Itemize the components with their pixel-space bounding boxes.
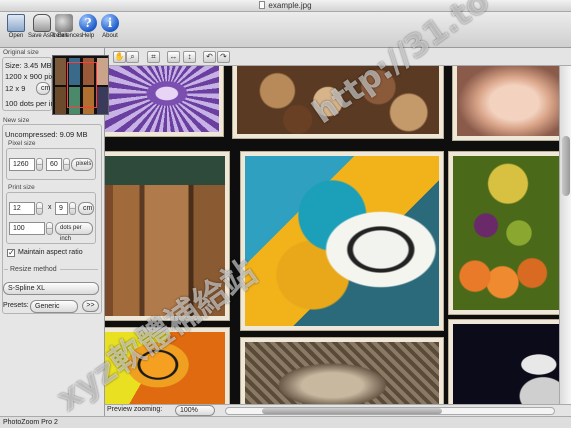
zoom-tool-button[interactable]: ⌕ <box>126 51 139 63</box>
about-icon: i <box>101 14 119 32</box>
print-unit-select[interactable]: cm <box>78 202 94 215</box>
print-width-input[interactable]: 12 <box>9 202 35 215</box>
owl-photo <box>241 338 443 404</box>
pixel-unit-select[interactable]: pixels <box>71 158 93 171</box>
preview-zoom-select[interactable]: 100% <box>175 405 215 416</box>
presets-label: Presets: <box>3 302 29 309</box>
original-print-unit[interactable]: cm <box>36 82 50 95</box>
resolution-input[interactable]: 100 <box>9 222 45 235</box>
rotate-left-button[interactable]: ↶ <box>203 51 216 63</box>
navigator-tile <box>55 58 66 85</box>
presets-menu-button[interactable]: >> <box>82 300 99 312</box>
open-icon <box>7 14 25 32</box>
original-file-size: Size: 3.45 MB <box>5 61 52 70</box>
preview-zoom-label: Preview zooming: <box>107 406 163 413</box>
about-button[interactable]: i About <box>96 14 124 39</box>
robot-photo <box>449 320 559 404</box>
resolution-stepper[interactable] <box>46 222 53 235</box>
view-toolbar: ✋ ⌕ ⌗ ↔ ↕ ↶ ↷ <box>105 48 571 66</box>
print-width-stepper[interactable] <box>36 202 43 215</box>
height-pixels-stepper[interactable] <box>63 158 70 171</box>
preferences-icon <box>55 14 73 32</box>
vertical-scrollbar[interactable] <box>559 66 571 404</box>
fit-height-button[interactable]: ↕ <box>183 51 196 63</box>
original-print-size: 12 x 9 <box>5 84 26 93</box>
fit-width-button[interactable]: ↔ <box>167 51 180 63</box>
about-label: About <box>102 33 118 39</box>
window-title: example.jpg <box>0 1 571 10</box>
open-label: Open <box>8 33 24 39</box>
grist-mill-photo <box>105 152 229 320</box>
image-preview-canvas[interactable] <box>105 66 559 404</box>
resolution-unit-select[interactable]: dots per inch <box>55 222 93 242</box>
resize-method-select[interactable]: S-Spline XL <box>3 282 99 295</box>
maintain-aspect-checkbox[interactable]: ✓ <box>7 249 15 257</box>
print-size-box <box>6 192 96 244</box>
original-size-group-label: Original size <box>3 49 39 56</box>
print-size-label: Print size <box>8 184 35 191</box>
passion-flower-photo <box>105 66 223 136</box>
seashells-photo <box>233 66 443 138</box>
hand-tool-button[interactable]: ✋ <box>113 51 126 63</box>
main-toolbar: Open Save As & Exit Preferences ? Help i… <box>0 12 571 48</box>
horizontal-scroll-thumb[interactable] <box>262 408 442 414</box>
horizontal-scrollbar[interactable] <box>225 407 555 415</box>
divider <box>4 269 8 270</box>
divider <box>60 269 98 270</box>
navigator-tile <box>97 58 108 85</box>
width-pixels-input[interactable]: 1260 <box>9 158 35 171</box>
crop-tool-button[interactable]: ⌗ <box>147 51 160 63</box>
print-height-input[interactable]: 9 <box>55 202 68 215</box>
navigator-tile <box>55 87 66 114</box>
pixel-size-label: Pixel size <box>8 140 36 147</box>
butterfly-photo <box>105 328 229 404</box>
navigator-tile <box>97 87 108 114</box>
fruit-market-photo <box>449 152 559 314</box>
title-bar: example.jpg <box>0 0 571 12</box>
macaw-photo <box>241 152 443 330</box>
save-icon <box>33 14 51 32</box>
new-size-group-label: New size <box>3 117 30 124</box>
times-symbol: x <box>48 204 52 211</box>
help-icon: ? <box>79 14 97 32</box>
navigator-viewport[interactable] <box>67 62 97 108</box>
app-footer: PhotoZoom Pro 2 <box>0 416 571 428</box>
maintain-aspect-label: Maintain aspect ratio <box>18 249 83 256</box>
uncompressed-size: Uncompressed: 9.09 MB <box>5 130 88 139</box>
open-button[interactable]: Open <box>2 14 30 39</box>
height-pixels-input[interactable]: 60 <box>46 158 62 171</box>
preview-navigator[interactable] <box>52 55 109 115</box>
preview-status-bar: Preview zooming: 100% <box>105 404 571 416</box>
document-icon <box>259 1 266 9</box>
print-height-stepper[interactable] <box>69 202 76 215</box>
presets-select[interactable]: Generic <box>30 300 78 313</box>
portrait-photo <box>453 66 559 140</box>
width-pixels-stepper[interactable] <box>36 158 43 171</box>
rotate-right-button[interactable]: ↷ <box>217 51 230 63</box>
vertical-scroll-thumb[interactable] <box>562 136 570 196</box>
resize-method-label: Resize method <box>10 266 57 273</box>
